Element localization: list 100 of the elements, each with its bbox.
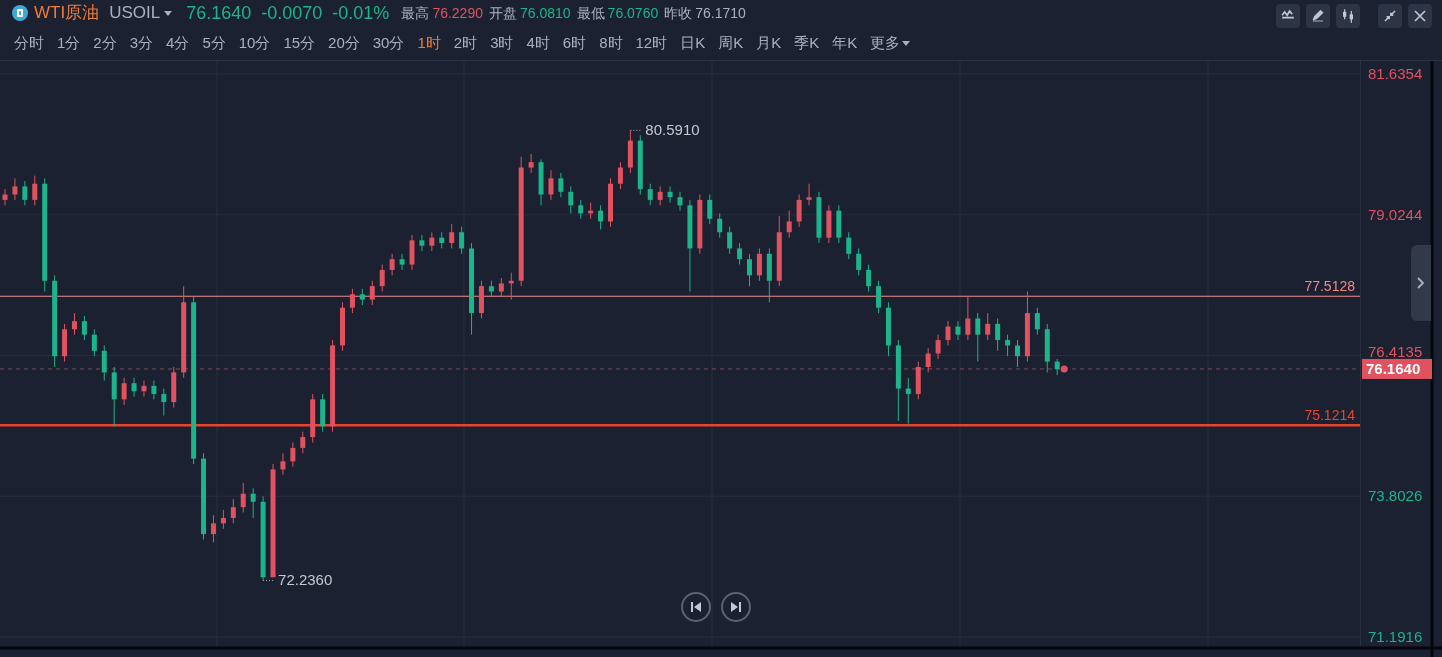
candlestick [905,377,911,425]
candlestick [2,188,8,206]
candlestick [548,169,554,201]
candlestick [220,509,226,530]
candlestick [508,272,514,301]
indicator-button[interactable] [1276,4,1300,28]
candlestick [677,191,683,212]
symbol-code[interactable]: USOIL [109,0,173,26]
candlestick [1054,358,1060,376]
price-line-label: 75.1214 [1304,407,1355,424]
candlestick [885,301,891,357]
side-panel-toggle[interactable] [1411,245,1431,321]
candlestick [627,129,633,174]
candlestick [856,247,862,276]
candlestick [62,323,68,363]
candlestick [568,185,574,214]
candlestick [866,264,872,293]
more-dropdown[interactable]: 更多 [870,31,911,55]
interval-tab[interactable]: 2分 [93,31,117,55]
interval-tab[interactable]: 月K [756,31,782,55]
candlestick [647,183,653,206]
candlestick [349,288,355,314]
candlestick [737,242,743,266]
candlestick [925,347,931,373]
close-button[interactable] [1408,4,1432,28]
candlestick [290,442,296,468]
candlestick [498,277,504,298]
candlestick [478,280,484,319]
candlestick [1034,307,1040,336]
current-price-tag: 76.1640 [1362,358,1432,379]
candlestick [915,361,921,400]
interval-tab[interactable]: 8时 [599,31,623,55]
candlestick [945,320,951,346]
price-line[interactable] [0,295,1361,297]
interval-tab[interactable]: 20分 [328,31,360,55]
axis-label: 81.6354 [1368,65,1423,82]
price-marker-label: 72.2360 [278,571,333,589]
previous-button[interactable] [681,592,711,622]
candlestick [935,334,941,360]
next-button[interactable] [721,592,751,622]
interval-tab[interactable]: 6时 [562,31,587,55]
candlestick [766,247,772,303]
candlestick [310,393,316,443]
draw-button[interactable] [1306,4,1330,28]
axis-label: 76.4135 [1368,342,1423,360]
candlestick [240,482,246,514]
caret-icon [164,10,173,16]
candles-button[interactable] [1336,4,1360,28]
candlestick [776,215,782,287]
stat-value: 76.2290 [432,3,483,23]
candlestick [488,280,494,298]
candlestick [796,194,802,228]
interval-tab[interactable]: 5分 [202,31,226,55]
change-percent: -0.01% [332,1,390,25]
interval-tab[interactable]: 2时 [453,31,478,55]
candlestick [975,312,981,363]
interval-tab[interactable]: 年K [832,31,858,55]
candlestick [747,253,752,287]
interval-tab[interactable]: 3分 [129,31,154,55]
candlestick [637,134,643,195]
interval-tab[interactable]: 周K [718,31,744,55]
interval-tab[interactable]: 1时 [417,31,441,55]
candlestick [995,318,1001,352]
candlestick [151,380,157,400]
price-line[interactable] [0,423,1360,427]
candlestick [101,344,107,381]
interval-tab[interactable]: 4时 [526,31,550,55]
candlestick [429,231,435,252]
candlestick [955,320,961,341]
interval-tab[interactable]: 季K [794,31,820,55]
interval-tab[interactable]: 30分 [372,31,405,55]
candlestick [320,393,326,433]
interval-tab[interactable]: 15分 [283,31,316,55]
candlestick [816,191,822,244]
candlestick [409,234,415,271]
interval-tab[interactable]: 分时 [14,31,44,55]
candlestick [806,183,812,206]
candlestick [81,315,87,341]
stat-value: 76.0760 [607,3,659,23]
candlestick [161,388,167,417]
interval-tab[interactable]: 3时 [490,31,514,55]
interval-tab[interactable]: 12时 [635,31,668,55]
candlestick [876,280,882,314]
candlestick [32,175,38,206]
collapse-button[interactable] [1378,4,1402,28]
candlestick [528,153,534,174]
candlestick [369,280,375,306]
candlestick [399,253,405,271]
candlestick [985,312,991,341]
symbol-name: WTI原油 [34,2,100,25]
candlestick [459,226,465,255]
candlestick [121,377,127,406]
candlestick [965,296,971,341]
interval-tab[interactable]: 4分 [166,31,190,55]
candlestick [578,199,584,220]
candlestick [786,210,792,239]
candlestick [717,212,723,239]
interval-tab[interactable]: 日K [680,31,706,55]
interval-tab[interactable]: 10分 [238,31,271,55]
interval-tab[interactable]: 1分 [57,31,81,55]
